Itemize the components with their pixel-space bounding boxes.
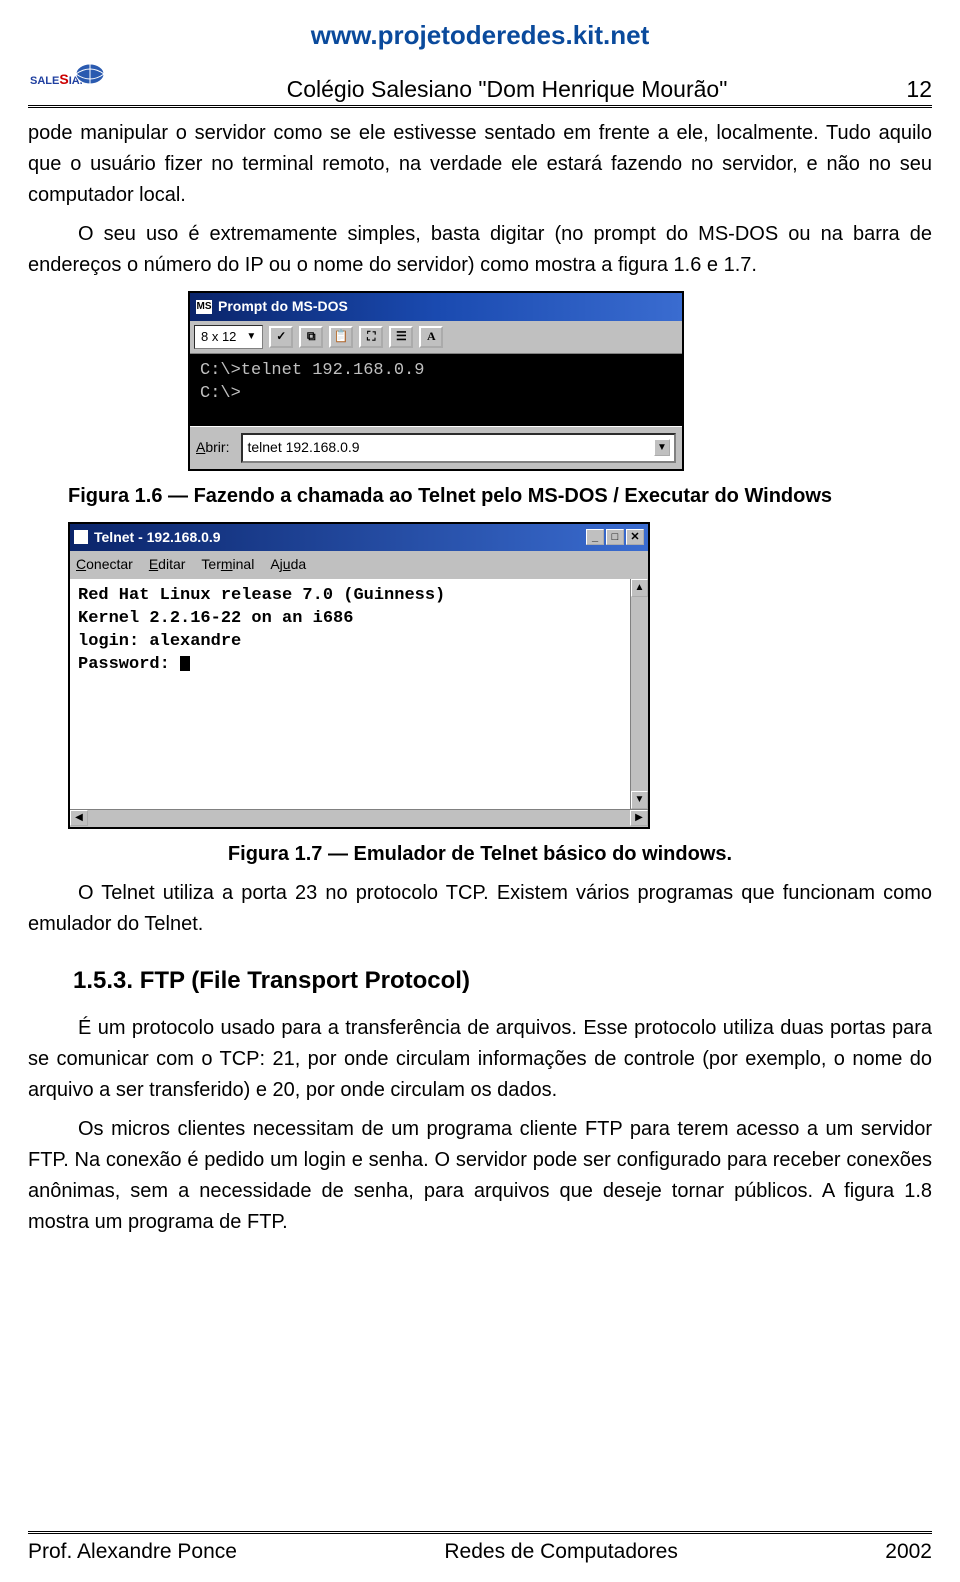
- menu-help[interactable]: Ajuda: [270, 554, 306, 576]
- page-footer: Prof. Alexandre Ponce Redes de Computado…: [28, 1529, 932, 1564]
- telnet-terminal-output[interactable]: Red Hat Linux release 7.0 (Guinness) Ker…: [70, 579, 630, 809]
- menu-connect[interactable]: Conectar: [76, 554, 133, 576]
- telnet-titlebar[interactable]: Telnet - 192.168.0.9 _ □ ✕: [70, 524, 648, 552]
- toolbar-mark-button[interactable]: ✓: [269, 326, 293, 348]
- chevron-down-icon[interactable]: ▼: [654, 439, 670, 457]
- scroll-right-button[interactable]: ▶: [630, 810, 648, 826]
- run-dialog-row: Abrir: telnet 192.168.0.9 ▼: [190, 426, 682, 469]
- paragraph-5: Os micros clientes necessitam de um prog…: [28, 1114, 932, 1238]
- msdos-title-text: Prompt do MS-DOS: [218, 296, 348, 318]
- cursor-icon: [180, 656, 190, 671]
- toolbar-copy-button[interactable]: ⧉: [299, 326, 323, 348]
- maximize-button[interactable]: □: [606, 529, 624, 545]
- header-title: Colégio Salesiano "Dom Henrique Mourão": [124, 76, 890, 103]
- scroll-left-button[interactable]: ◀: [70, 810, 88, 826]
- menu-terminal[interactable]: Terminal: [201, 554, 254, 576]
- page-number: 12: [898, 76, 932, 103]
- toolbar-paste-button[interactable]: 📋: [329, 326, 353, 348]
- msdos-terminal[interactable]: C:\>telnet 192.168.0.9 C:\>: [190, 354, 682, 426]
- footer-year: 2002: [885, 1540, 932, 1564]
- telnet-menubar: Conectar Editar Terminal Ajuda: [70, 551, 648, 579]
- site-url: www.projetoderedes.kit.net: [28, 20, 932, 51]
- paragraph-4: É um protocolo usado para a transferênci…: [28, 1013, 932, 1106]
- toolbar-props-button[interactable]: ☰: [389, 326, 413, 348]
- footer-author: Prof. Alexandre Ponce: [28, 1540, 237, 1564]
- scroll-up-button[interactable]: ▲: [631, 579, 648, 597]
- toolbar-font-button[interactable]: A: [419, 326, 443, 348]
- header-rule: [28, 105, 932, 108]
- horizontal-scrollbar[interactable]: ◀ ▶: [70, 809, 648, 827]
- msdos-toolbar: 8 x 12 ▼ ✓ ⧉ 📋 ⛶ ☰ A: [190, 321, 682, 354]
- footer-title: Redes de Computadores: [444, 1540, 677, 1564]
- font-size-label: 8 x 12: [201, 327, 236, 347]
- msdos-window: MS Prompt do MS-DOS 8 x 12 ▼ ✓ ⧉ 📋 ⛶ ☰ A…: [188, 291, 684, 471]
- paragraph-2: O seu uso é extremamente simples, basta …: [28, 219, 932, 281]
- paragraph-3: O Telnet utiliza a porta 23 no protocolo…: [28, 878, 932, 940]
- telnet-window: Telnet - 192.168.0.9 _ □ ✕ Conectar Edit…: [68, 522, 650, 829]
- section-heading-ftp: 1.5.3. FTP (File Transport Protocol): [73, 962, 932, 999]
- run-input-value: telnet 192.168.0.9: [247, 437, 359, 459]
- telnet-title-text: Telnet - 192.168.0.9: [94, 527, 221, 549]
- msdos-titlebar[interactable]: MS Prompt do MS-DOS: [190, 293, 682, 321]
- dos-line-1: C:\>telnet 192.168.0.9: [200, 360, 672, 383]
- body-content: pode manipular o servidor como se ele es…: [28, 118, 932, 1238]
- toolbar-fullscreen-button[interactable]: ⛶: [359, 326, 383, 348]
- page-header: SALESIANO Colégio Salesiano "Dom Henriqu…: [28, 57, 932, 103]
- menu-edit[interactable]: Editar: [149, 554, 186, 576]
- dos-line-2: C:\>: [200, 383, 672, 406]
- globe-icon: [70, 59, 110, 89]
- telnet-icon: [74, 530, 88, 544]
- paragraph-1: pode manipular o servidor como se ele es…: [28, 118, 932, 211]
- school-logo: SALESIANO: [28, 57, 116, 103]
- vertical-scrollbar[interactable]: ▲ ▼: [630, 579, 648, 809]
- chevron-down-icon: ▼: [246, 329, 256, 345]
- run-input[interactable]: telnet 192.168.0.9 ▼: [241, 433, 676, 463]
- figure-caption-1-6: Figura 1.6 — Fazendo a chamada ao Telnet…: [68, 481, 932, 512]
- footer-rule: [28, 1531, 932, 1534]
- msdos-icon: MS: [196, 300, 212, 314]
- close-button[interactable]: ✕: [626, 529, 644, 545]
- scroll-down-button[interactable]: ▼: [631, 791, 648, 809]
- run-label: Abrir:: [196, 437, 229, 459]
- font-size-select[interactable]: 8 x 12 ▼: [194, 325, 263, 349]
- figure-caption-1-7: Figura 1.7 — Emulador de Telnet básico d…: [28, 839, 932, 870]
- minimize-button[interactable]: _: [586, 529, 604, 545]
- telnet-output-text: Red Hat Linux release 7.0 (Guinness) Ker…: [78, 586, 445, 674]
